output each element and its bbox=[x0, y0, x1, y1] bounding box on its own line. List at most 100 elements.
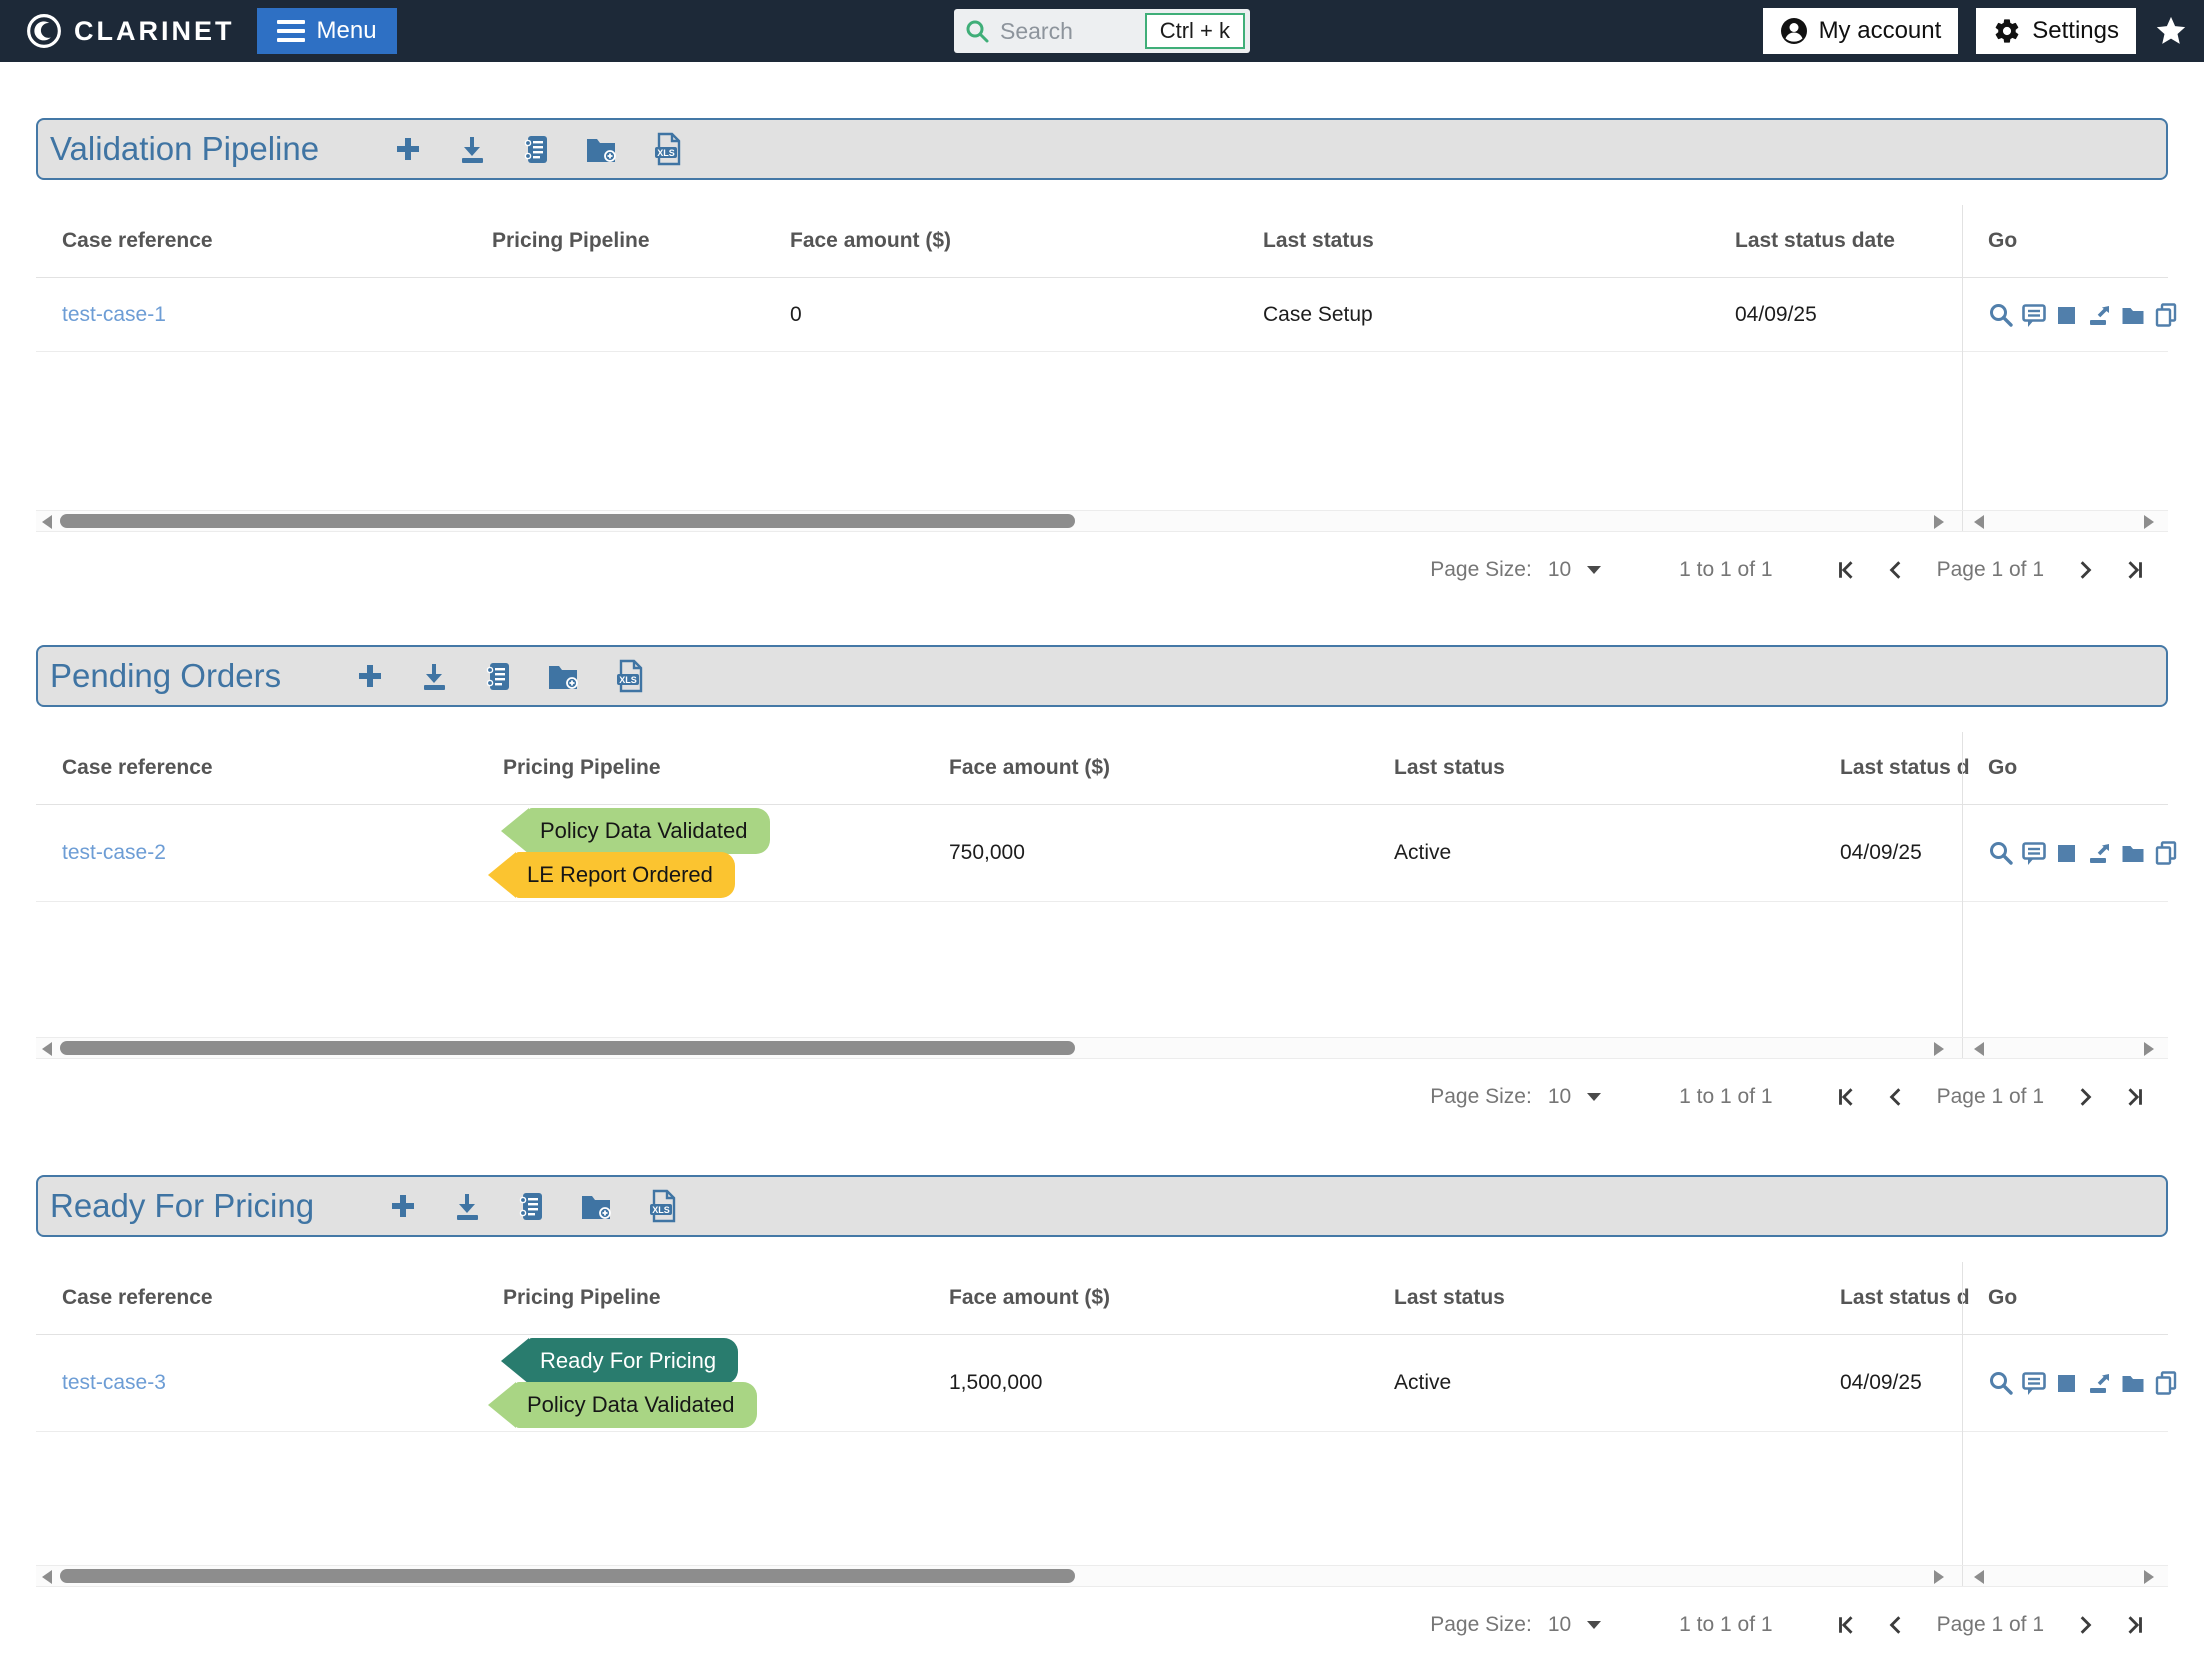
last-page-icon[interactable] bbox=[2110, 1614, 2160, 1636]
comment-icon[interactable] bbox=[2021, 302, 2047, 328]
next-page-icon[interactable] bbox=[2060, 559, 2110, 581]
col-header-pricing-pipeline[interactable]: Pricing Pipeline bbox=[503, 756, 661, 780]
case-reference-link[interactable]: test-case-2 bbox=[62, 841, 166, 865]
pinned-scroll-left-arrow-icon[interactable] bbox=[1974, 1570, 1984, 1584]
notes-icon[interactable] bbox=[481, 659, 515, 693]
col-header-go[interactable]: Go bbox=[1988, 1286, 2017, 1310]
search-input[interactable]: Search Ctrl + k bbox=[954, 9, 1250, 53]
col-header-pricing-pipeline[interactable]: Pricing Pipeline bbox=[492, 229, 650, 253]
next-page-icon[interactable] bbox=[2060, 1614, 2110, 1636]
col-header-last-status-date[interactable]: Last status date bbox=[1735, 229, 1895, 253]
scroll-left-arrow-icon[interactable] bbox=[42, 1570, 52, 1584]
notes-icon[interactable] bbox=[519, 132, 553, 166]
page-size-label: Page Size: bbox=[1430, 558, 1532, 582]
col-header-go[interactable]: Go bbox=[1988, 229, 2017, 253]
export-icon[interactable] bbox=[2087, 1370, 2113, 1396]
prev-page-icon[interactable] bbox=[1871, 559, 1921, 581]
settings-button[interactable]: Settings bbox=[1976, 8, 2136, 54]
xls-icon[interactable]: XLS bbox=[649, 131, 683, 167]
page-size-select[interactable]: 10 bbox=[1548, 1085, 1571, 1109]
scroll-left-arrow-icon[interactable] bbox=[42, 515, 52, 529]
menu-button[interactable]: Menu bbox=[257, 8, 397, 54]
search-icon[interactable] bbox=[1988, 1370, 2014, 1396]
dropdown-caret-icon[interactable] bbox=[1587, 566, 1601, 574]
scrollbar-thumb[interactable] bbox=[60, 514, 1075, 528]
col-header-pricing-pipeline[interactable]: Pricing Pipeline bbox=[503, 1286, 661, 1310]
dropdown-caret-icon[interactable] bbox=[1587, 1093, 1601, 1101]
col-header-last-status[interactable]: Last status bbox=[1394, 756, 1505, 780]
col-header-last-status-date[interactable]: Last status d bbox=[1840, 1286, 1970, 1310]
page-size-select[interactable]: 10 bbox=[1548, 1613, 1571, 1637]
col-header-last-status-date[interactable]: Last status d bbox=[1840, 756, 1970, 780]
copy-icon[interactable] bbox=[2153, 302, 2179, 328]
download-icon[interactable] bbox=[417, 659, 451, 693]
scrollbar-thumb[interactable] bbox=[60, 1041, 1075, 1055]
next-page-icon[interactable] bbox=[2060, 1086, 2110, 1108]
col-header-case-reference[interactable]: Case reference bbox=[62, 229, 213, 253]
dropdown-caret-icon[interactable] bbox=[1587, 1621, 1601, 1629]
add-icon[interactable] bbox=[386, 1189, 420, 1223]
first-page-icon[interactable] bbox=[1821, 559, 1871, 581]
comment-icon[interactable] bbox=[2021, 840, 2047, 866]
my-account-button[interactable]: My account bbox=[1763, 8, 1959, 54]
add-icon[interactable] bbox=[391, 132, 425, 166]
xls-icon[interactable]: XLS bbox=[611, 658, 645, 694]
pricing-pipeline-chips: Policy Data Validated LE Report Ordered bbox=[487, 808, 770, 898]
scroll-right-arrow-icon[interactable] bbox=[1934, 515, 1944, 529]
notes-icon[interactable] bbox=[514, 1189, 548, 1223]
row-range-text: 1 to 1 of 1 bbox=[1679, 1085, 1772, 1109]
col-header-face-amount[interactable]: Face amount ($) bbox=[949, 1286, 1110, 1310]
folder-icon[interactable] bbox=[2120, 840, 2146, 866]
scroll-right-arrow-icon[interactable] bbox=[1934, 1042, 1944, 1056]
scroll-left-arrow-icon[interactable] bbox=[42, 1042, 52, 1056]
folder-add-icon[interactable] bbox=[583, 132, 619, 166]
table-header-row: Case reference Pricing Pipeline Face amo… bbox=[36, 1262, 2168, 1335]
page-size-select[interactable]: 10 bbox=[1548, 558, 1571, 582]
case-reference-link[interactable]: test-case-3 bbox=[62, 1371, 166, 1395]
export-icon[interactable] bbox=[2087, 840, 2113, 866]
export-icon[interactable] bbox=[2087, 302, 2113, 328]
settings-label: Settings bbox=[2032, 17, 2119, 45]
folder-add-icon[interactable] bbox=[545, 659, 581, 693]
folder-icon[interactable] bbox=[2120, 302, 2146, 328]
add-icon[interactable] bbox=[353, 659, 387, 693]
col-header-last-status[interactable]: Last status bbox=[1263, 229, 1374, 253]
last-page-icon[interactable] bbox=[2110, 1086, 2160, 1108]
case-reference-link[interactable]: test-case-1 bbox=[62, 303, 166, 327]
col-header-face-amount[interactable]: Face amount ($) bbox=[790, 229, 951, 253]
folder-icon[interactable] bbox=[2120, 1370, 2146, 1396]
first-page-icon[interactable] bbox=[1821, 1086, 1871, 1108]
pinned-scroll-left-arrow-icon[interactable] bbox=[1974, 515, 1984, 529]
prev-page-icon[interactable] bbox=[1871, 1614, 1921, 1636]
page-indicator-text: Page 1 of 1 bbox=[1937, 558, 2044, 582]
square-icon[interactable] bbox=[2054, 302, 2080, 328]
col-header-last-status[interactable]: Last status bbox=[1394, 1286, 1505, 1310]
square-icon[interactable] bbox=[2054, 1370, 2080, 1396]
go-actions bbox=[1988, 302, 2179, 328]
star-icon[interactable] bbox=[2154, 14, 2188, 48]
prev-page-icon[interactable] bbox=[1871, 1086, 1921, 1108]
comment-icon[interactable] bbox=[2021, 1370, 2047, 1396]
square-icon[interactable] bbox=[2054, 840, 2080, 866]
download-icon[interactable] bbox=[450, 1189, 484, 1223]
col-header-case-reference[interactable]: Case reference bbox=[62, 756, 213, 780]
col-header-face-amount[interactable]: Face amount ($) bbox=[949, 756, 1110, 780]
folder-add-icon[interactable] bbox=[578, 1189, 614, 1223]
col-header-case-reference[interactable]: Case reference bbox=[62, 1286, 213, 1310]
search-icon[interactable] bbox=[1988, 840, 2014, 866]
pinned-scroll-left-arrow-icon[interactable] bbox=[1974, 1042, 1984, 1056]
search-icon[interactable] bbox=[1988, 302, 2014, 328]
download-icon[interactable] bbox=[455, 132, 489, 166]
first-page-icon[interactable] bbox=[1821, 1614, 1871, 1636]
copy-icon[interactable] bbox=[2153, 840, 2179, 866]
copy-icon[interactable] bbox=[2153, 1370, 2179, 1396]
scroll-right-arrow-icon[interactable] bbox=[1934, 1570, 1944, 1584]
col-header-go[interactable]: Go bbox=[1988, 756, 2017, 780]
pinned-scroll-right-arrow-icon[interactable] bbox=[2144, 1042, 2154, 1056]
scrollbar-thumb[interactable] bbox=[60, 1569, 1075, 1583]
horizontal-scrollbar bbox=[36, 1565, 2168, 1587]
pinned-scroll-right-arrow-icon[interactable] bbox=[2144, 515, 2154, 529]
last-page-icon[interactable] bbox=[2110, 559, 2160, 581]
xls-icon[interactable]: XLS bbox=[644, 1188, 678, 1224]
pinned-scroll-right-arrow-icon[interactable] bbox=[2144, 1570, 2154, 1584]
